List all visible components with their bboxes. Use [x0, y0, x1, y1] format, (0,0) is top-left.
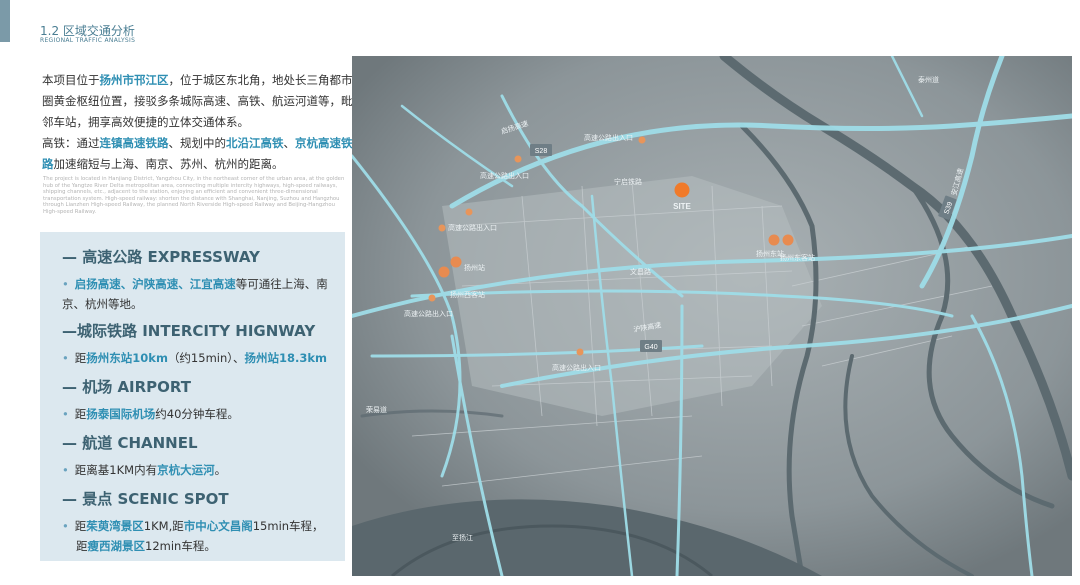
- label-road-ningqi: 宁启铁路: [614, 177, 642, 186]
- label-exit-1: 高速公路出入口: [584, 133, 633, 142]
- svg-text:S28: S28: [535, 148, 548, 155]
- traffic-panel: — 高速公路 EXPRESSWAY • 启扬高速、沪陕高速、江宜高速等可通往上海、…: [40, 232, 345, 561]
- label-exit-5: 高速公路出入口: [552, 363, 601, 372]
- section-text-expressway: • 启扬高速、沪陕高速、江宜高速等可通往上海、南京、杭州等地。: [62, 277, 328, 311]
- label-exit-2: 高速公路出入口: [480, 171, 529, 180]
- label-exit-3: 高速公路出入口: [448, 223, 497, 232]
- intro-english: The project is located in Hanjiang Distr…: [43, 176, 345, 215]
- section-title-expressway: — 高速公路 EXPRESSWAY: [62, 248, 260, 266]
- section-text-scenic: • 距茱萸湾景区1KM,距市中心文昌阁15min车程， 距瘦西湖景区12min车程。: [62, 519, 324, 553]
- label-station-yangzhou-west: 扬州西客站: [450, 290, 485, 299]
- site-label: SITE: [673, 202, 691, 211]
- traffic-map: S28 S39 G40 SITE 启扬高速 高速公路出入口 高速公路出入口 高速…: [352, 56, 1072, 576]
- shield-g40: G40: [640, 340, 662, 352]
- label-road-zhijiang: 至扬江: [452, 533, 473, 542]
- intro-paragraph-2: 高铁：通过连镇高速铁路、规划中的北沿江高铁、京杭高速铁路加速缩短与上海、南京、苏…: [42, 136, 353, 171]
- section-text-channel: • 距离基1KM内有京杭大运河。: [62, 463, 227, 477]
- page-subtitle: REGIONAL TRAFFIC ANALYSIS: [40, 37, 136, 44]
- svg-text:G40: G40: [644, 344, 657, 351]
- shield-s28: S28: [530, 144, 552, 156]
- section-title-airport: — 机场 AIRPORT: [62, 378, 192, 396]
- section-title-channel: — 航道 CHANNEL: [62, 434, 198, 452]
- section-title-scenic: — 景点 SCENIC SPOT: [62, 490, 229, 508]
- section-text-intercity: • 距扬州东站10km（约15min）、扬州站18.3km: [62, 351, 328, 365]
- label-road-taizhou: 泰州道: [918, 75, 939, 84]
- label-station-yangzhou: 扬州站: [464, 263, 485, 272]
- intro-text: 本项目位于扬州市邗江区，位于城区东北角，地处长三角都市圈黄金枢纽位置，接驳多条城…: [42, 70, 354, 175]
- site-marker: [674, 182, 690, 198]
- intro-paragraph-1: 本项目位于扬州市邗江区，位于城区东北角，地处长三角都市圈黄金枢纽位置，接驳多条城…: [42, 73, 353, 129]
- accent-bar: [0, 0, 10, 42]
- section-title-intercity: —城际铁路 INTERCITY HIGNWAY: [62, 322, 316, 340]
- label-road-rongyi: 荣易道: [366, 405, 387, 414]
- label-exit-4: 高速公路出入口: [404, 309, 453, 318]
- label-station-yangzhou-east-2: 扬州东客站: [780, 253, 815, 262]
- section-text-airport: • 距扬泰国际机场约40分钟车程。: [62, 407, 239, 421]
- label-road-wenchang: 文昌路: [630, 267, 651, 276]
